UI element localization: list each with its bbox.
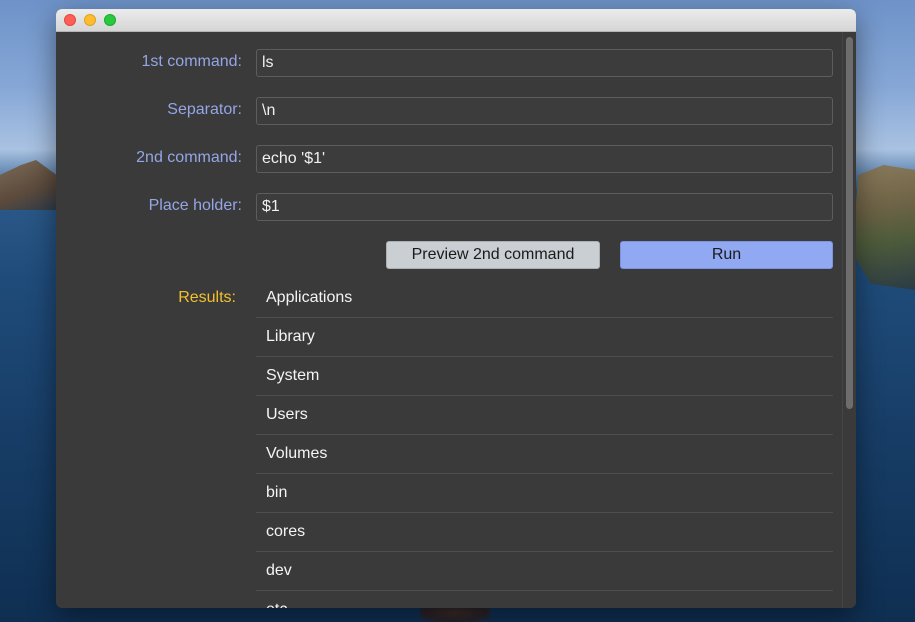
wallpaper-cliff-left xyxy=(0,160,60,210)
second-command-input[interactable] xyxy=(256,145,833,173)
separator-label: Separator: xyxy=(167,101,242,118)
result-list-item[interactable]: cores xyxy=(256,513,833,552)
place-holder-input[interactable] xyxy=(256,193,833,221)
result-list-item[interactable]: System xyxy=(256,357,833,396)
first-command-input[interactable] xyxy=(256,49,833,77)
scrollbar-thumb[interactable] xyxy=(846,37,853,409)
results-list[interactable]: Applications Library System Users Volumes bin… xyxy=(256,279,833,608)
result-list-item[interactable]: Applications xyxy=(256,279,833,318)
wallpaper-cliff-right xyxy=(852,165,915,290)
vertical-scrollbar[interactable] xyxy=(842,32,856,608)
result-list-item[interactable]: Volumes xyxy=(256,435,833,474)
result-list-item[interactable]: etc xyxy=(256,591,833,608)
preview-second-command-button[interactable]: Preview 2nd command xyxy=(386,241,600,269)
results-label: Results: xyxy=(178,289,236,306)
result-list-item[interactable]: bin xyxy=(256,474,833,513)
first-command-label: 1st command: xyxy=(141,53,242,70)
app-window: 1st command: Separator: 2nd command: Pla… xyxy=(56,9,856,608)
zoom-window-button[interactable] xyxy=(104,14,116,26)
run-button[interactable]: Run xyxy=(620,241,833,269)
separator-input[interactable] xyxy=(256,97,833,125)
place-holder-label: Place holder: xyxy=(148,197,242,214)
minimize-window-button[interactable] xyxy=(84,14,96,26)
title-bar[interactable] xyxy=(56,9,856,32)
result-list-item[interactable]: dev xyxy=(256,552,833,591)
result-list-item[interactable]: Library xyxy=(256,318,833,357)
result-list-item[interactable]: Users xyxy=(256,396,833,435)
second-command-label: 2nd command: xyxy=(136,149,242,166)
desktop-wallpaper: 1st command: Separator: 2nd command: Pla… xyxy=(0,0,915,622)
close-window-button[interactable] xyxy=(64,14,76,26)
